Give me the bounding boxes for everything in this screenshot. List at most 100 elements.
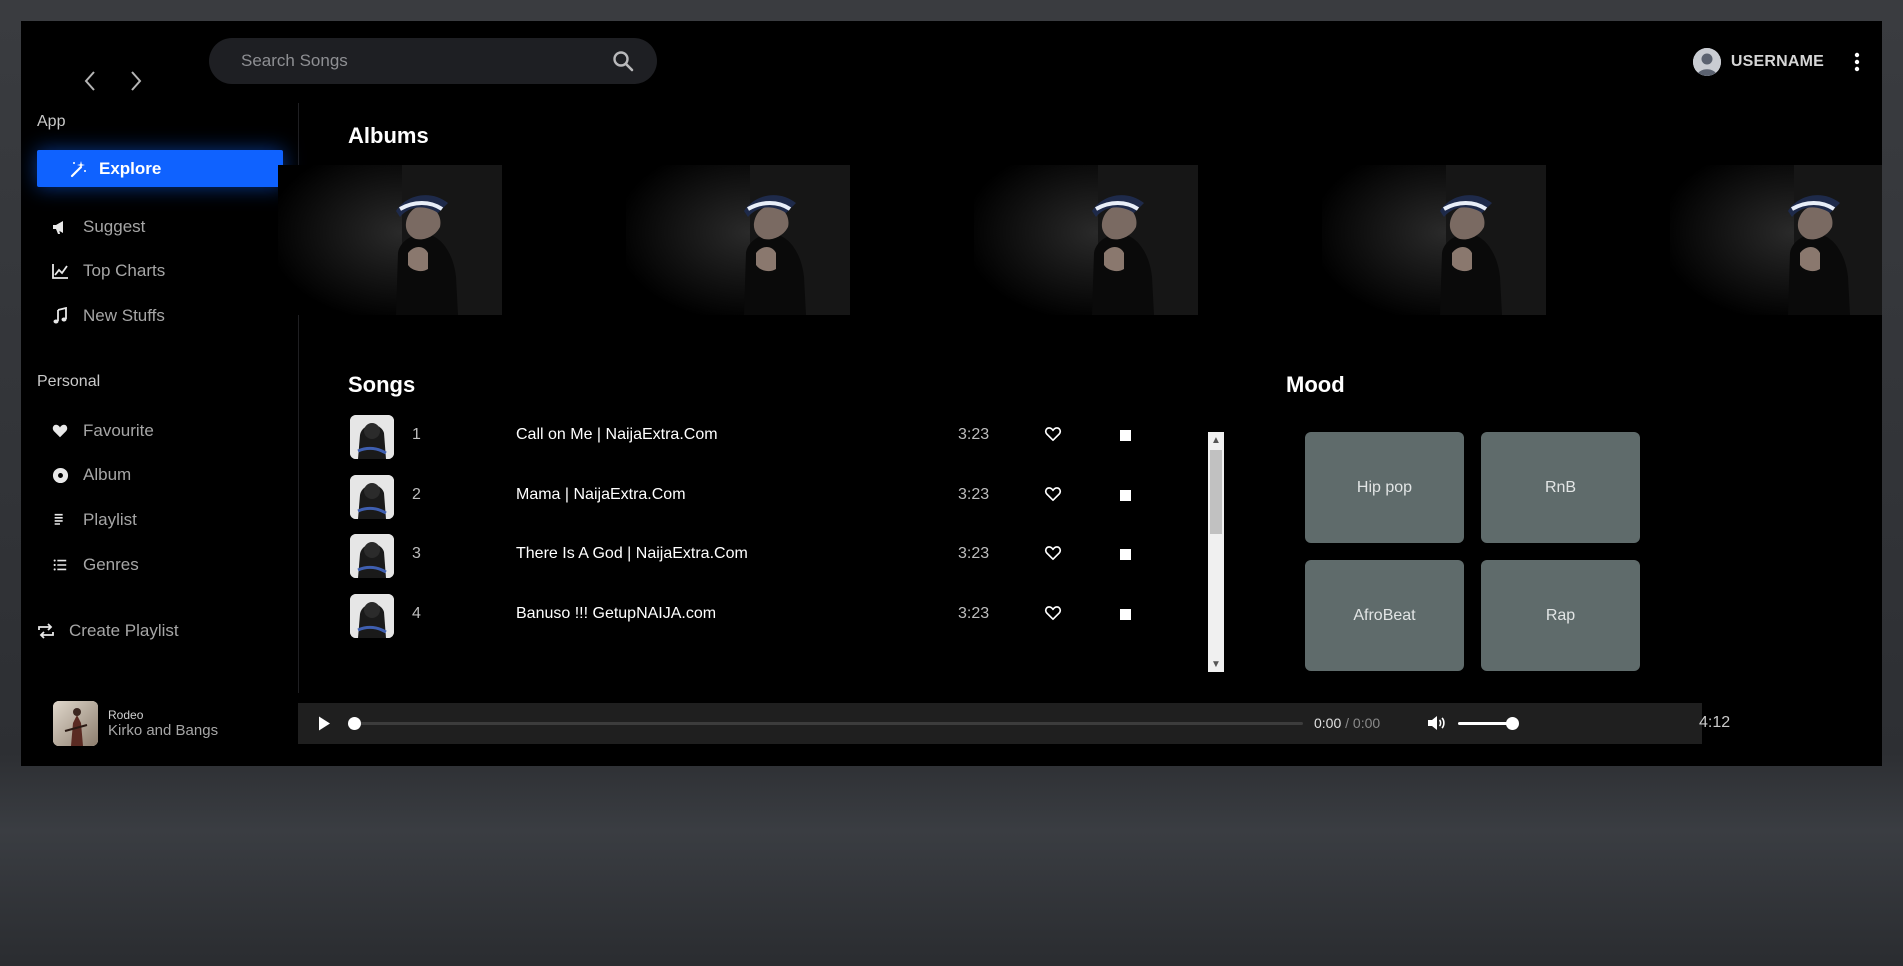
play-icon[interactable]	[316, 715, 332, 732]
heart-outline-icon[interactable]	[1044, 426, 1064, 444]
songs-scrollbar[interactable]: ▲ ▼	[1208, 432, 1224, 672]
now-playing-cover[interactable]	[53, 701, 98, 746]
album-cover[interactable]	[1670, 165, 1882, 315]
more-options-icon[interactable]	[1848, 50, 1866, 74]
create-playlist-label: Create Playlist	[69, 621, 179, 640]
heart-outline-icon[interactable]	[1044, 605, 1064, 623]
songs-heading: Songs	[348, 372, 416, 397]
search-bar[interactable]	[209, 38, 657, 84]
sidebar-item-label: Explore	[99, 158, 162, 178]
song-title[interactable]: Mama | NaijaExtra.Com	[516, 486, 686, 504]
total-time: 4:12	[1699, 714, 1731, 731]
volume-icon[interactable]	[1426, 714, 1446, 732]
sidebar-item-label: Top Charts	[83, 261, 166, 280]
sidebar-item-playlist[interactable]: Playlist	[51, 510, 137, 530]
now-playing[interactable]: Rodeo Kirko and Bangs	[53, 701, 218, 746]
audio-player: 0:00 / 0:00	[298, 703, 1702, 744]
album-cover[interactable]	[1322, 165, 1546, 315]
mood-tile-afrobeat[interactable]: AfroBeat	[1305, 560, 1464, 671]
create-playlist-button[interactable]: Create Playlist	[37, 621, 179, 641]
heart-icon	[51, 422, 69, 440]
now-playing-artist: Kirko and Bangs	[108, 722, 219, 739]
magic-wand-icon	[69, 160, 87, 178]
song-row[interactable]	[348, 651, 1198, 652]
search-icon[interactable]	[611, 49, 635, 73]
back-arrow-icon[interactable]	[80, 67, 100, 95]
songs-list: 1 Call on Me | NaijaExtra.Com 3:23 2 Mama | …	[348, 412, 1226, 652]
stop-icon[interactable]	[1120, 609, 1131, 620]
mood-tile-rap[interactable]: Rap	[1481, 560, 1640, 671]
current-time: 0:00	[1314, 715, 1342, 731]
stop-icon[interactable]	[1120, 430, 1131, 441]
section-label-app: App	[37, 113, 66, 130]
app-window: USERNAME App Explore Suggest Top Charts	[21, 21, 1882, 766]
song-thumbnail[interactable]	[350, 534, 394, 578]
albums-heading: Albums	[348, 123, 429, 148]
forward-arrow-icon[interactable]	[126, 67, 146, 95]
time-display: 0:00 / 0:00	[1314, 715, 1380, 731]
username[interactable]: USERNAME	[1731, 53, 1824, 71]
song-row[interactable]: 2 Mama | NaijaExtra.Com 3:23	[348, 472, 1198, 520]
progress-bar[interactable]	[348, 717, 1303, 730]
song-thumbnail[interactable]	[350, 594, 394, 638]
sidebar-item-label: Favourite	[83, 421, 154, 440]
sidebar-item-label: Genres	[83, 555, 139, 574]
song-title[interactable]: Call on Me | NaijaExtra.Com	[516, 426, 718, 444]
sidebar-item-genres[interactable]: Genres	[51, 555, 139, 575]
mood-grid: Hip pop RnB AfroBeat Rap	[1305, 432, 1643, 672]
song-duration: 3:23	[958, 426, 990, 443]
song-row[interactable]: 4 Banuso !!! GetupNAIJA.com 3:23	[348, 591, 1198, 639]
song-duration: 3:23	[958, 486, 990, 503]
mood-tile-hip-pop[interactable]: Hip pop	[1305, 432, 1464, 543]
mood-heading: Mood	[1286, 372, 1345, 397]
megaphone-icon	[51, 218, 69, 236]
stop-icon[interactable]	[1120, 490, 1131, 501]
sidebar-item-label: Suggest	[83, 217, 146, 236]
song-duration: 3:23	[958, 605, 990, 622]
now-playing-track: Rodeo	[108, 708, 144, 722]
mood-tile-rnb[interactable]: RnB	[1481, 432, 1640, 543]
volume-knob[interactable]	[1506, 717, 1519, 730]
progress-knob[interactable]	[348, 717, 361, 730]
sidebar-item-label: Playlist	[83, 510, 137, 529]
time-separator: /	[1341, 715, 1353, 731]
sidebar-item-album[interactable]: Album	[51, 465, 131, 485]
avatar[interactable]	[1692, 48, 1721, 76]
section-label-personal: Personal	[37, 373, 101, 390]
duration-time: 0:00	[1352, 715, 1381, 731]
sidebar-item-top-charts[interactable]: Top Charts	[51, 261, 165, 281]
heart-outline-icon[interactable]	[1044, 545, 1064, 563]
song-number: 1	[412, 426, 421, 443]
sidebar-item-new-stuffs[interactable]: New Stuffs	[51, 306, 165, 326]
song-thumbnail[interactable]	[350, 475, 394, 519]
list-ordered-icon	[51, 556, 69, 574]
heart-outline-icon[interactable]	[1044, 486, 1064, 504]
song-number: 3	[412, 545, 421, 562]
sidebar-item-suggest[interactable]: Suggest	[51, 217, 145, 237]
song-title[interactable]: There Is A God | NaijaExtra.Com	[516, 545, 748, 563]
song-thumbnail[interactable]	[350, 415, 394, 459]
scroll-down-icon[interactable]: ▼	[1208, 656, 1224, 672]
scrollbar-thumb[interactable]	[1210, 450, 1222, 534]
music-note-icon	[51, 307, 69, 325]
album-cover[interactable]	[626, 165, 850, 315]
album-cover[interactable]	[974, 165, 1198, 315]
song-row[interactable]: 3 There Is A God | NaijaExtra.Com 3:23	[348, 531, 1198, 579]
sidebar-item-favourite[interactable]: Favourite	[51, 421, 154, 441]
song-duration: 3:23	[958, 545, 990, 562]
chart-icon	[51, 262, 69, 280]
sidebar-item-label: Album	[83, 465, 132, 484]
sidebar-item-explore[interactable]: Explore	[37, 150, 283, 187]
disc-icon	[51, 466, 69, 484]
album-cover[interactable]	[278, 165, 502, 315]
song-row[interactable]: 1 Call on Me | NaijaExtra.Com 3:23	[348, 412, 1198, 460]
repeat-icon	[37, 622, 55, 640]
song-number: 4	[412, 605, 421, 622]
search-input[interactable]	[241, 51, 611, 71]
user-menu[interactable]: USERNAME	[1692, 48, 1866, 76]
albums-carousel	[278, 165, 1882, 315]
list-icon	[51, 511, 69, 529]
song-title[interactable]: Banuso !!! GetupNAIJA.com	[516, 605, 716, 623]
scroll-up-icon[interactable]: ▲	[1208, 432, 1224, 448]
stop-icon[interactable]	[1120, 549, 1131, 560]
